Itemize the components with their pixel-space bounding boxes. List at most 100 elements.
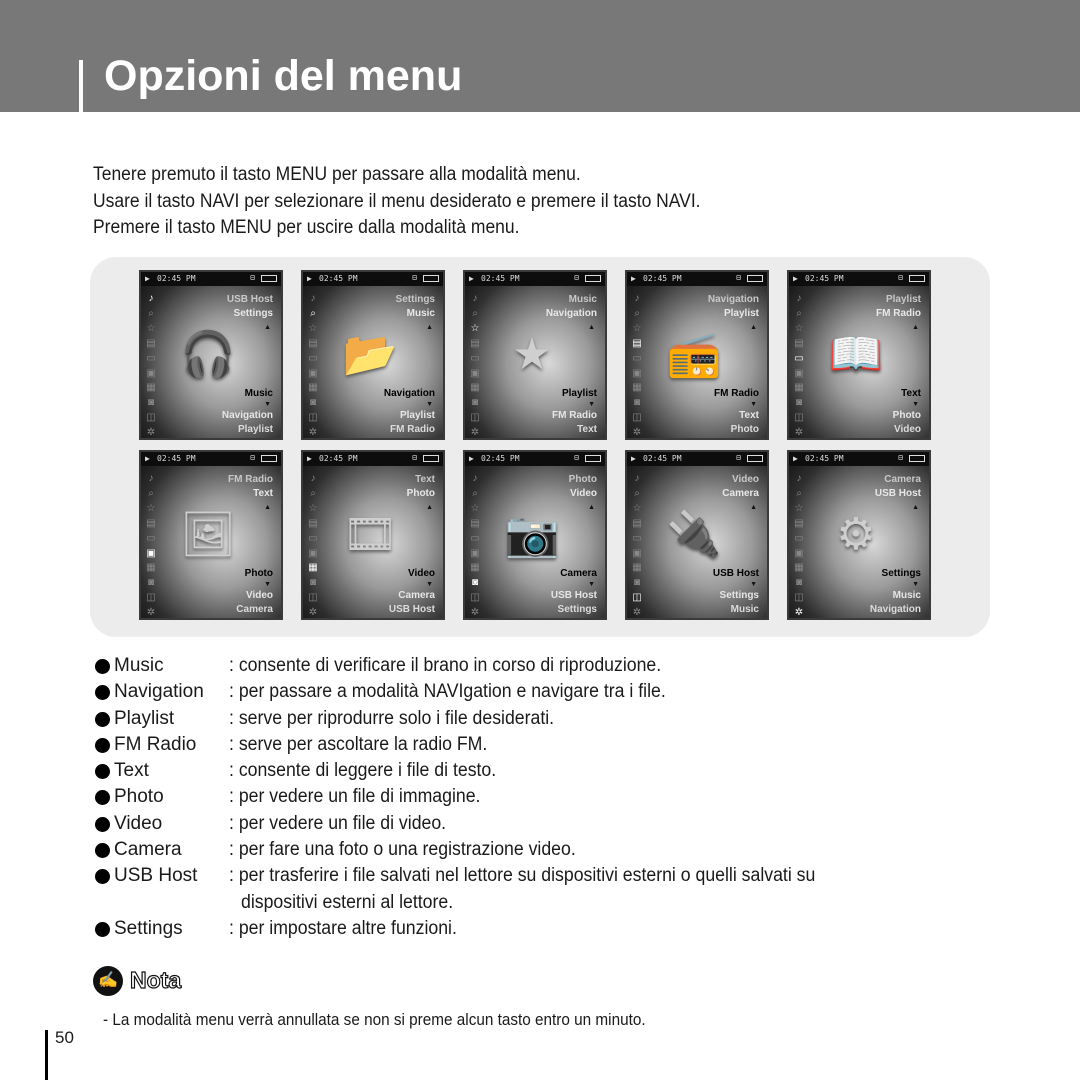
hold-lock-icon: ⊟ [412,453,417,462]
down-arrow-icon: ▼ [264,581,271,588]
sidebar-menu-icon: ⌕ [148,307,154,319]
sidebar-menu-icon: ▭ [146,352,156,364]
menu-term: USB Host [114,865,198,887]
menu-icon-column: ♪ ⌕ ☆ ▤ ▭ ▣ ▦ ◙ ◫ ✲ [792,292,806,438]
sidebar-menu-icon: ▭ [632,532,642,544]
menu-next-item: Text [577,424,597,435]
sidebar-menu-icon: ♪ [310,293,316,304]
clock: 02:45 PM [319,274,358,283]
radio-icon: 📻 [666,330,722,379]
up-arrow-icon: ▲ [426,504,433,511]
clock: 02:45 PM [157,454,196,463]
sidebar-menu-icon: ◫ [632,592,642,604]
menu-description: : per impostare altre funzioni. [229,917,457,939]
bullet-icon [95,737,110,753]
menu-prev-item: Camera [884,474,921,485]
sidebar-menu-icon: ▦ [308,562,318,574]
sidebar-menu-icon: ♪ [148,293,154,304]
menu-description: : per fare una foto o una registrazione … [229,839,576,861]
down-arrow-icon: ▼ [912,581,919,588]
usb-stick-icon: 🔌 [666,510,722,559]
down-arrow-icon: ▼ [750,581,757,588]
menu-icon-column: ♪ ⌕ ☆ ▤ ▭ ▣ ▦ ◙ ◫ ✲ [306,472,320,618]
play-icon: ▶ [307,454,312,463]
play-icon: ▶ [145,274,150,283]
sidebar-menu-icon: ⌕ [148,487,154,499]
up-arrow-icon: ▲ [426,324,433,331]
menu-screen-music: ▶ 02:45 PM ⊟ ♪ ⌕ ☆ ▤ ▭ ▣ ▦ ◙ ◫ ✲ USB Host Settings ▲ 🎧 Mu… [139,270,283,440]
menu-next-item: Camera [236,604,273,615]
down-arrow-icon: ▼ [750,401,757,408]
menu-prev-item: Text [415,474,435,485]
sidebar-menu-icon: ☆ [794,322,804,334]
page-number-bar [45,1030,48,1080]
hold-lock-icon: ⊟ [574,453,579,462]
battery-icon [423,455,439,462]
sidebar-menu-icon: ▭ [146,532,156,544]
clock: 02:45 PM [481,274,520,283]
bullet-icon [95,790,110,806]
sidebar-menu-icon: ▤ [794,337,804,349]
sidebar-menu-icon: ▦ [632,562,642,574]
menu-description: : consente di verificare il brano in cor… [229,655,662,676]
menu-next-item: Music [892,590,921,601]
menu-prev-item: Video [569,488,597,499]
menu-prev-item: USB Host [874,488,921,499]
battery-icon [423,275,439,282]
menu-term: Text [114,760,149,782]
sidebar-menu-icon: ☆ [308,502,318,514]
intro-text: Tenere premuto il tasto MENU per passare… [93,162,701,242]
menu-term: Music [114,655,164,676]
sidebar-menu-icon: ▣ [470,547,480,559]
menu-description: : per vedere un file di video. [229,812,447,834]
film-reel-icon: 🎞 [342,510,398,559]
menu-current-item: Settings [881,568,921,579]
sidebar-menu-icon: ▣ [632,547,642,559]
sidebar-menu-icon: ⌕ [796,487,802,499]
menu-prev-item: USB Host [226,294,273,305]
sidebar-menu-icon: ◙ [309,397,317,409]
sidebar-menu-icon: ◫ [632,412,642,424]
down-arrow-icon: ▼ [588,401,595,408]
menu-next-item: Video [893,424,921,435]
menu-prev-item: Text [253,488,273,499]
camera-icon: 📷 [504,510,560,559]
sidebar-menu-icon: ☆ [470,322,480,334]
menu-prev-item: Camera [722,488,759,499]
menu-term: Settings [114,917,183,939]
sidebar-menu-icon: ◫ [470,412,480,424]
sidebar-menu-icon: ☆ [146,502,156,514]
hold-lock-icon: ⊟ [898,273,903,282]
hold-lock-icon: ⊟ [736,273,741,282]
down-arrow-icon: ▼ [426,581,433,588]
status-bar: ▶ 02:45 PM ⊟ [141,452,281,466]
down-arrow-icon: ▼ [426,401,433,408]
menu-screen-playlist: ▶ 02:45 PM ⊟ ♪ ⌕ ☆ ▤ ▭ ▣ ▦ ◙ ◫ ✲ Music Navigation ▲ ★ Pla… [463,270,607,440]
menu-prev-item: Navigation [545,308,597,319]
note-title: Nota [129,966,182,993]
sidebar-menu-icon: ✲ [470,427,480,439]
pencil-note-icon: ✍ [93,966,123,996]
hold-lock-icon: ⊟ [412,273,417,282]
menu-current-item: FM Radio [714,388,759,399]
sidebar-menu-icon: ✲ [308,427,318,439]
up-arrow-icon: ▲ [912,504,919,511]
sidebar-menu-icon: ▭ [470,532,480,544]
menu-prev-item: FM Radio [228,474,273,485]
clock: 02:45 PM [805,454,844,463]
menu-prev-item: Playlist [885,294,921,305]
menu-next-item: Playlist [399,410,435,421]
header-accent-bar [79,60,83,112]
hold-lock-icon: ⊟ [898,453,903,462]
sidebar-menu-icon: ⌕ [310,307,316,319]
battery-icon [747,275,763,282]
menu-prev-item: Navigation [707,294,759,305]
bullet-icon [95,764,110,780]
sidebar-menu-icon: ✲ [146,427,156,439]
bullet-icon [95,843,110,859]
sidebar-menu-icon: ▣ [794,367,804,379]
status-bar: ▶ 02:45 PM ⊟ [789,272,929,286]
menu-next-item: Settings [557,604,597,615]
menu-current-item: Camera [560,568,597,579]
intro-line: Tenere premuto il tasto MENU per passare… [93,164,581,185]
